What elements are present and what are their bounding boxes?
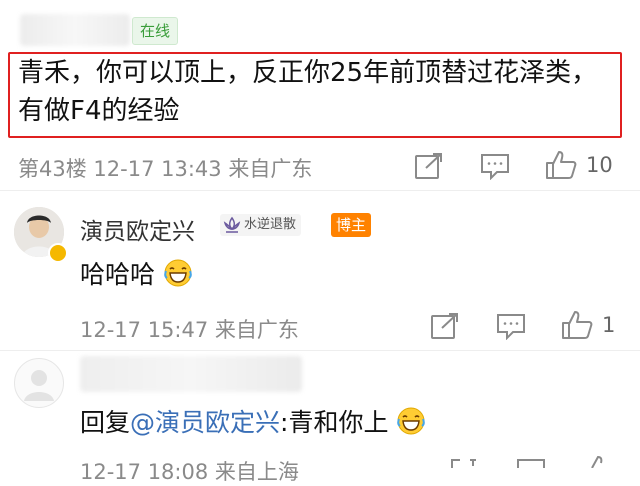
share-icon[interactable]: [414, 152, 444, 180]
blurred-username: [20, 14, 130, 46]
reply-meta-partial: 12-17 18:08 来自上海: [80, 460, 299, 484]
reply-text: 回复@演员欧定兴:青和你上: [80, 403, 426, 439]
blurred-username: [80, 356, 302, 392]
share-icon[interactable]: [450, 458, 480, 468]
blogger-username[interactable]: 演员欧定兴: [80, 212, 195, 246]
laugh-emoji-icon: [163, 258, 193, 288]
comment-datetime: 12-17 13:43: [93, 157, 222, 181]
divider: [0, 190, 640, 191]
reply-datetime: 12-17 15:47: [80, 318, 209, 342]
comment-meta: 第43楼 12-17 13:43 来自广东: [18, 153, 312, 183]
mention-link[interactable]: @演员欧定兴: [130, 408, 280, 437]
comment-icon[interactable]: [496, 312, 526, 340]
comment-text: 青禾，你可以顶上，反正你25年前顶替过花泽类，有做F4的经验: [18, 58, 598, 126]
reply-source: 来自广东: [214, 318, 299, 342]
share-icon[interactable]: [430, 312, 460, 340]
laugh-emoji-icon: [396, 406, 426, 436]
online-badge: 在线: [132, 17, 179, 45]
reply-text-body: 哈哈哈: [80, 260, 156, 289]
like-icon[interactable]: [561, 310, 593, 340]
divider: [0, 350, 640, 351]
like-count: 1: [602, 313, 616, 337]
floor-number: 第43楼: [18, 157, 87, 181]
lotus-icon: [223, 215, 241, 243]
like-count: 10: [586, 153, 613, 177]
reply-meta: 12-17 15:47 来自广东: [80, 314, 299, 344]
blogger-badge: 博主: [331, 213, 372, 237]
reply-text-body: :青和你上: [280, 408, 389, 437]
avatar-placeholder-icon[interactable]: [14, 358, 64, 408]
reply-prefix: 回复: [80, 408, 131, 437]
comment-icon[interactable]: [516, 458, 546, 468]
user-tag: 水逆退散: [220, 214, 302, 236]
user-tag-label: 水逆退散: [244, 217, 297, 232]
reply-text: 哈哈哈: [80, 255, 193, 291]
like-icon[interactable]: [586, 455, 610, 468]
comment-source: 来自广东: [228, 157, 313, 181]
verified-badge-icon: [48, 243, 68, 263]
like-icon[interactable]: [545, 150, 577, 180]
comment-icon[interactable]: [480, 152, 510, 180]
